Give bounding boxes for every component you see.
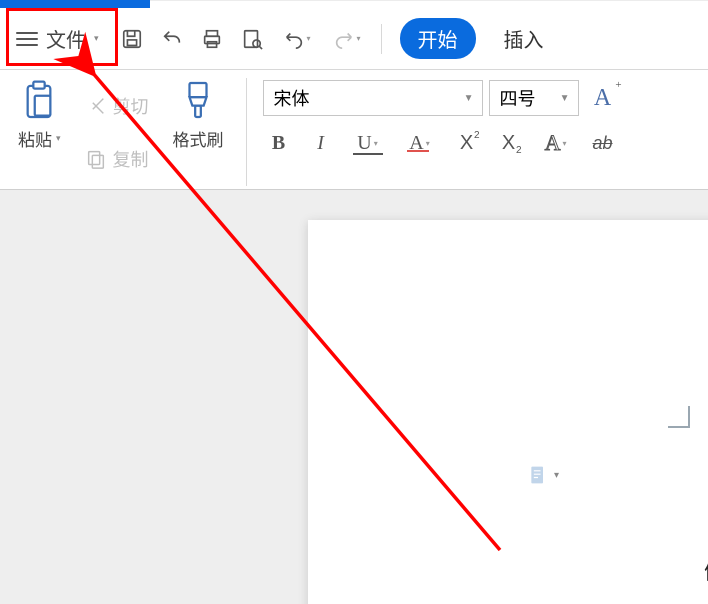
clipboard-icon <box>19 80 59 120</box>
document-canvas[interactable]: ▾ 候 常 <box>0 190 708 604</box>
undo-button[interactable]: ▾ <box>275 22 319 56</box>
print-preview-icon <box>241 28 263 50</box>
cut-button[interactable]: 剪切 <box>85 93 149 119</box>
paste-button[interactable]: 粘贴 ▾ <box>12 76 67 155</box>
print-icon <box>201 28 223 50</box>
tab-start[interactable]: 开始 <box>400 18 476 59</box>
file-menu[interactable]: 文件 ▾ <box>6 18 109 60</box>
undo-icon <box>283 28 305 50</box>
copy-label: 复制 <box>113 146 149 172</box>
paintbrush-icon <box>178 80 218 120</box>
save-button[interactable] <box>115 22 149 56</box>
paste-label: 粘贴 <box>18 126 52 151</box>
redo-button[interactable]: ▾ <box>325 22 369 56</box>
redo-icon <box>333 28 355 50</box>
copy-button[interactable]: 复制 <box>85 146 149 172</box>
change-case-button[interactable]: ab <box>587 128 619 158</box>
bold-button[interactable]: B <box>263 128 295 158</box>
font-size-value: 四号 <box>500 85 536 111</box>
font-size-select[interactable]: 四号 ▼ <box>489 80 579 116</box>
divider <box>246 78 247 186</box>
chevron-down-icon: ▾ <box>307 34 311 43</box>
section-options-button[interactable]: ▾ <box>528 464 559 486</box>
chevron-down-icon: ▾ <box>56 133 61 144</box>
superscript-button[interactable]: X2 <box>451 128 483 158</box>
save-icon <box>121 28 143 50</box>
document-text: 候 常 <box>704 554 708 604</box>
scissors-icon <box>85 95 107 117</box>
hamburger-icon <box>16 32 38 46</box>
chevron-down-icon: ▼ <box>560 93 570 104</box>
chevron-down-icon: ▾ <box>357 34 361 43</box>
font-name-select[interactable]: 宋体 ▼ <box>263 80 483 116</box>
print-button[interactable] <box>195 22 229 56</box>
undo-typing-icon <box>161 28 183 50</box>
chevron-down-icon: ▾ <box>374 139 378 148</box>
tab-start-label: 开始 <box>418 30 458 52</box>
chevron-down-icon: ▾ <box>426 139 430 148</box>
print-preview-button[interactable] <box>235 22 269 56</box>
tab-insert[interactable]: 插入 <box>490 18 558 59</box>
margin-corner-mark <box>668 406 690 428</box>
chevron-down-icon: ▾ <box>562 139 566 148</box>
undo-typing-button[interactable] <box>155 22 189 56</box>
format-painter-button[interactable]: 格式刷 <box>167 76 230 155</box>
format-painter-label: 格式刷 <box>173 126 224 151</box>
chevron-down-icon: ▾ <box>554 470 559 481</box>
chevron-down-icon: ▾ <box>94 33 99 44</box>
strikethrough-button[interactable]: A▾ <box>399 128 441 158</box>
subscript-button[interactable]: X2 <box>493 128 525 158</box>
font-name-value: 宋体 <box>274 85 310 111</box>
underline-button[interactable]: U▾ <box>347 128 389 158</box>
cut-label: 剪切 <box>113 93 149 119</box>
copy-icon <box>85 148 107 170</box>
chevron-down-icon: ▼ <box>464 93 474 104</box>
text-effects-button[interactable]: A▾ <box>535 128 577 158</box>
tab-insert-label: 插入 <box>504 30 544 52</box>
document-page[interactable]: ▾ 候 常 <box>308 220 708 604</box>
file-menu-label: 文件 <box>46 24 86 53</box>
italic-button[interactable]: I <box>305 128 337 158</box>
document-icon <box>528 464 548 486</box>
divider <box>381 24 382 54</box>
grow-font-button[interactable]: A <box>585 80 621 116</box>
